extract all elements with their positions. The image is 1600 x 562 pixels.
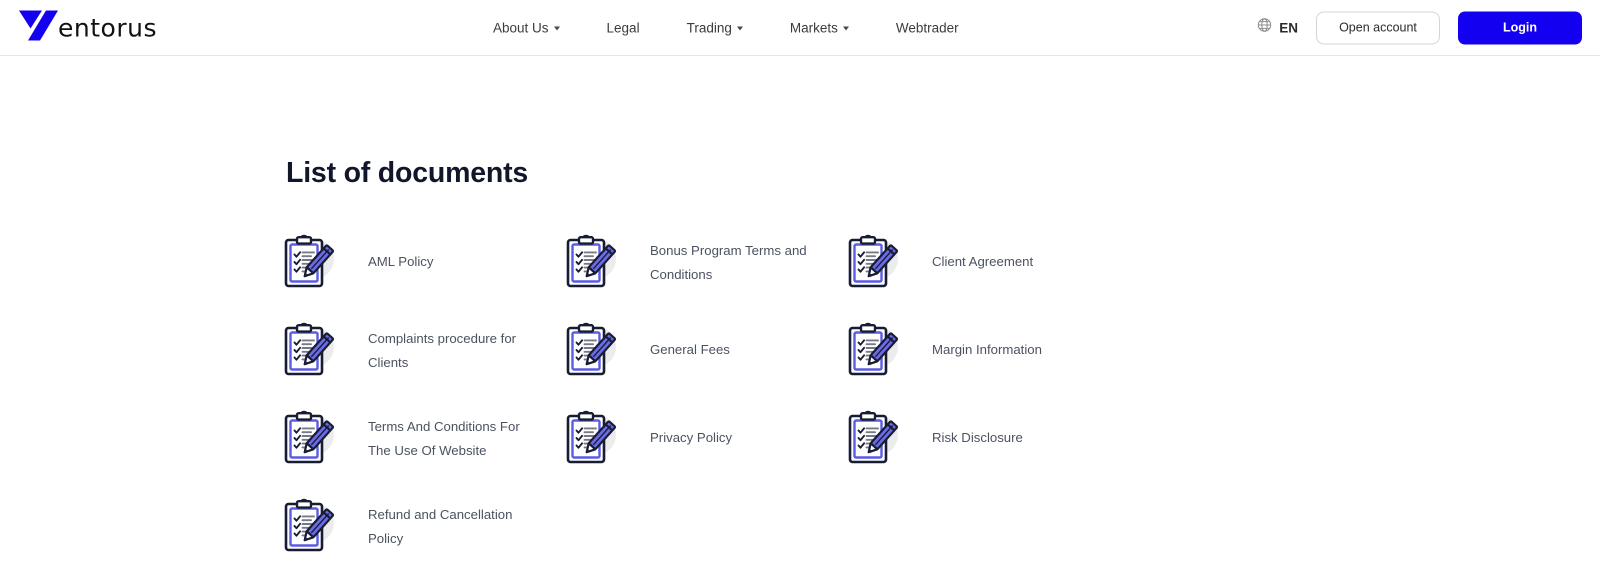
nav-label: Markets — [789, 20, 838, 35]
document-item-margin-information[interactable]: Margin Information — [845, 322, 1127, 410]
document-item-complaints-procedure-for-clients[interactable]: Complaints procedure for Clients — [281, 322, 563, 410]
globe-icon — [1257, 18, 1272, 38]
brand-logo[interactable]: entorus — [18, 8, 157, 47]
header-actions: EN Open account Login — [1257, 11, 1582, 44]
document-label: Complaints procedure for Clients — [368, 331, 517, 370]
document-label: Client Agreement — [932, 254, 1034, 269]
document-item-refund-and-cancellation-policy[interactable]: Refund and Cancellation Policy — [281, 498, 563, 562]
clipboard-checklist-icon — [563, 234, 621, 292]
document-label: Terms And Conditions For The Use Of Webs… — [368, 419, 520, 458]
nav-label: Legal — [606, 20, 640, 35]
brand-name: entorus — [58, 13, 157, 42]
v-chevron-logo-icon — [18, 8, 60, 47]
language-label: EN — [1279, 20, 1298, 35]
open-account-button[interactable]: Open account — [1316, 11, 1440, 44]
clipboard-checklist-icon — [281, 410, 339, 468]
nav-item-trading[interactable]: Trading — [687, 14, 743, 41]
document-item-terms-and-conditions-for-the-use-of-website[interactable]: Terms And Conditions For The Use Of Webs… — [281, 410, 563, 498]
document-label: General Fees — [650, 342, 730, 357]
document-item-aml-policy[interactable]: AML Policy — [281, 234, 563, 322]
clipboard-checklist-icon — [281, 498, 339, 556]
chevron-down-icon — [842, 26, 849, 31]
document-item-client-agreement[interactable]: Client Agreement — [845, 234, 1127, 322]
document-item-privacy-policy[interactable]: Privacy Policy — [563, 410, 845, 498]
main-nav: About Us Legal Trading Markets Webtrader — [493, 14, 959, 41]
nav-item-markets[interactable]: Markets — [790, 14, 849, 41]
nav-label: Trading — [686, 20, 732, 35]
clipboard-checklist-icon — [281, 322, 339, 380]
document-item-risk-disclosure[interactable]: Risk Disclosure — [845, 410, 1127, 498]
chevron-down-icon — [736, 26, 743, 31]
clipboard-checklist-icon — [845, 410, 903, 468]
page-title: List of documents — [286, 157, 529, 189]
clipboard-checklist-icon — [845, 322, 903, 380]
document-label: Risk Disclosure — [932, 430, 1023, 445]
document-item-bonus-program-terms-and-conditions[interactable]: Bonus Program Terms and Conditions — [563, 234, 845, 322]
document-label: Bonus Program Terms and Conditions — [650, 243, 807, 282]
clipboard-checklist-icon — [845, 234, 903, 292]
language-switcher[interactable]: EN — [1257, 18, 1298, 38]
site-header: entorus About Us Legal Trading Markets W… — [0, 0, 1600, 56]
clipboard-checklist-icon — [563, 322, 621, 380]
document-label: AML Policy — [368, 254, 434, 269]
nav-label: About Us — [493, 20, 549, 35]
clipboard-checklist-icon — [281, 234, 339, 292]
nav-item-about-us[interactable]: About Us — [493, 14, 560, 41]
nav-item-legal[interactable]: Legal — [607, 14, 640, 41]
document-label: Refund and Cancellation Policy — [368, 507, 513, 546]
login-button[interactable]: Login — [1458, 11, 1582, 44]
document-label: Privacy Policy — [650, 430, 733, 445]
chevron-down-icon — [553, 26, 560, 31]
nav-item-webtrader[interactable]: Webtrader — [896, 14, 959, 41]
document-label: Margin Information — [932, 342, 1042, 357]
clipboard-checklist-icon — [563, 410, 621, 468]
nav-label: Webtrader — [895, 20, 959, 35]
document-list: AML Policy Bonus Program Terms and Condi… — [281, 234, 1281, 562]
document-item-general-fees[interactable]: General Fees — [563, 322, 845, 410]
